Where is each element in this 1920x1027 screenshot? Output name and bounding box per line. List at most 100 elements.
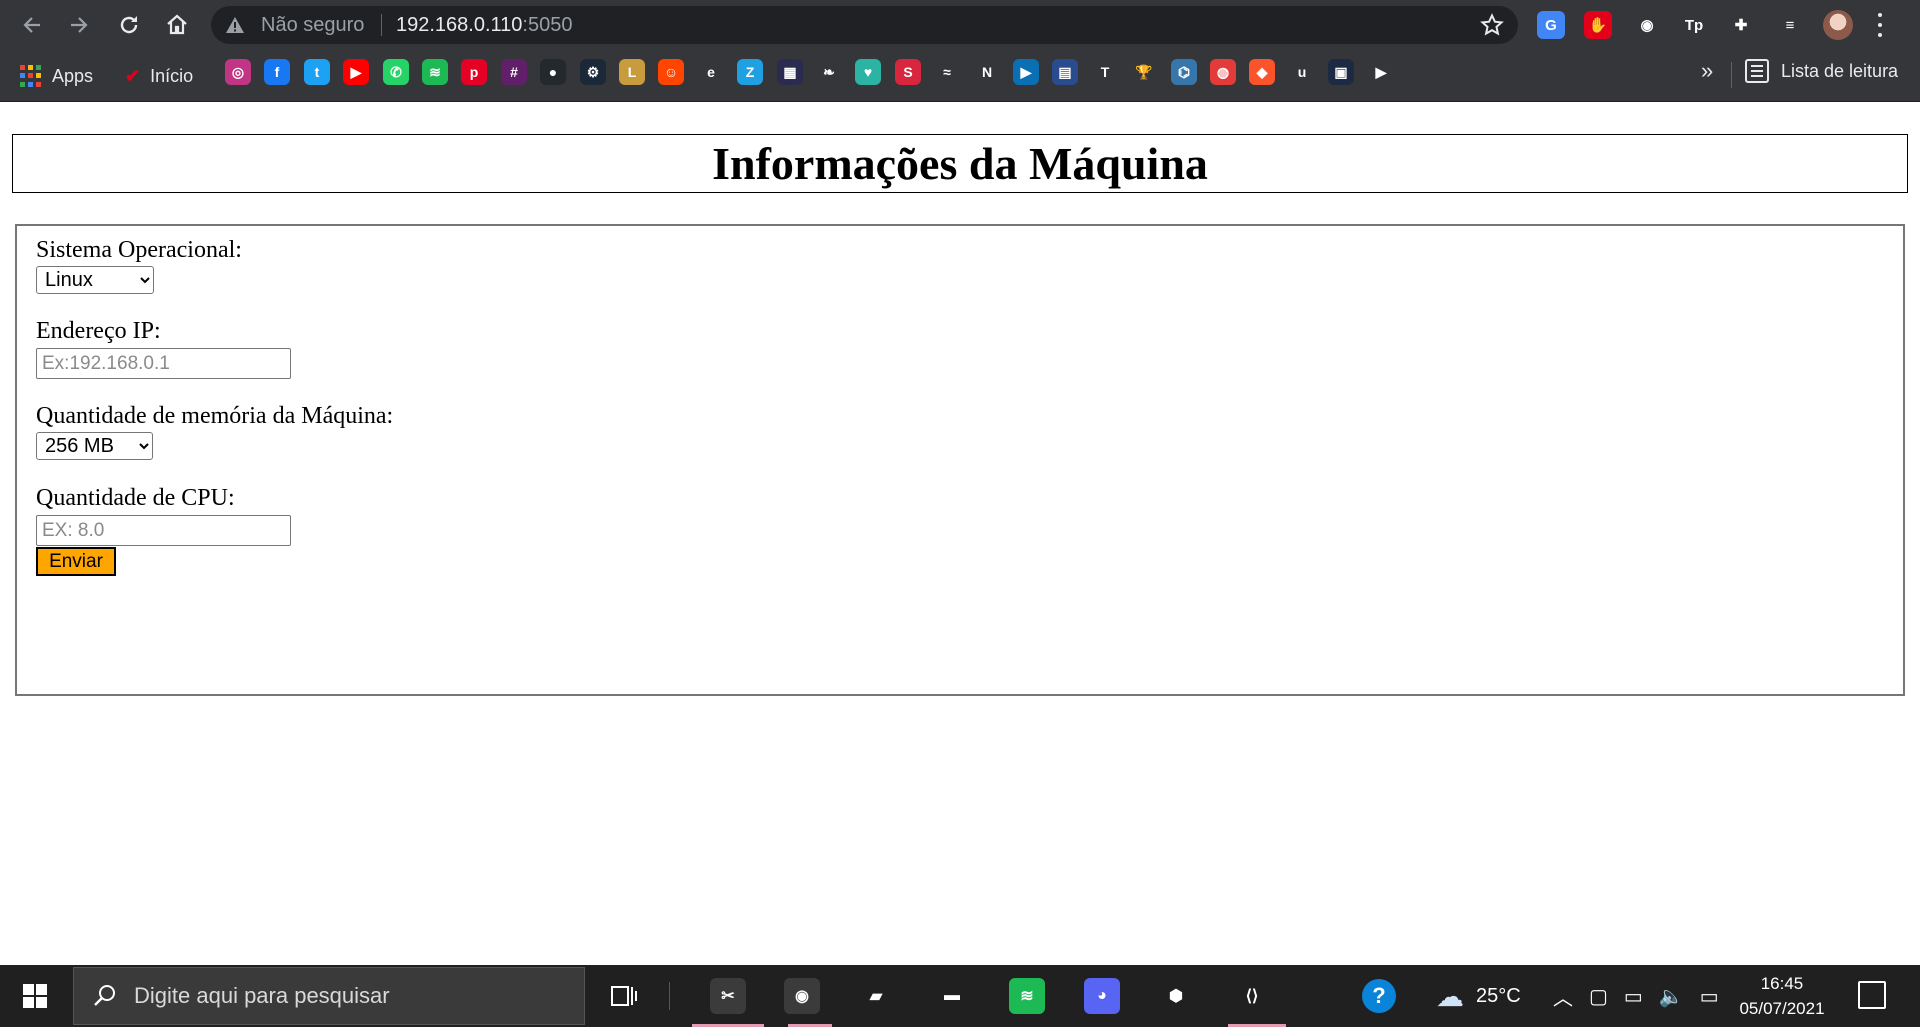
url-text[interactable]: 192.168.0.110:5050 bbox=[396, 14, 572, 37]
weather-widget[interactable]: ☁ 25°C bbox=[1436, 965, 1521, 1027]
netflix-icon[interactable]: N bbox=[974, 59, 1000, 85]
plex-icon[interactable]: ▶ bbox=[1368, 59, 1394, 85]
task-view-icon[interactable] bbox=[610, 983, 638, 1009]
game-icon[interactable]: ▦ bbox=[777, 59, 803, 85]
virtualbox-icon[interactable]: ⬢ bbox=[1158, 978, 1194, 1014]
os-select[interactable]: Linux bbox=[36, 266, 154, 294]
tp-icon[interactable]: Tp bbox=[1680, 11, 1708, 39]
network-icon[interactable]: ▭ bbox=[1624, 984, 1643, 1009]
bookmark-inicio[interactable]: ✔ Início bbox=[125, 63, 193, 89]
search-icon bbox=[94, 985, 115, 1006]
url-port: :5050 bbox=[522, 14, 573, 36]
instagram-icon[interactable]: ◎ bbox=[225, 59, 251, 85]
address-bar[interactable]: Não seguro 192.168.0.110:5050 bbox=[211, 6, 1518, 44]
notes-icon[interactable]: ▰ bbox=[858, 978, 894, 1014]
taskbar-clock[interactable]: 16:45 05/07/2021 bbox=[1720, 971, 1844, 1021]
memory-select[interactable]: 256 MB bbox=[36, 432, 153, 460]
python-icon[interactable]: ⌬ bbox=[1171, 59, 1197, 85]
volume-icon[interactable]: 🔈 bbox=[1659, 984, 1684, 1009]
cpu-label: Quantidade de CPU: bbox=[36, 485, 235, 511]
whatsapp-icon[interactable]: ✆ bbox=[383, 59, 409, 85]
play-icon[interactable]: ▶ bbox=[1013, 59, 1039, 85]
reddit-icon[interactable]: ☺ bbox=[658, 59, 684, 85]
glasses-icon[interactable]: ◉ bbox=[1633, 11, 1661, 39]
twitter-icon[interactable]: t bbox=[304, 59, 330, 85]
leaf-icon[interactable]: ❧ bbox=[816, 59, 842, 85]
facebook-icon[interactable]: f bbox=[264, 59, 290, 85]
url-host: 192.168.0.110 bbox=[396, 14, 523, 36]
cloud-icon: ☁ bbox=[1436, 980, 1464, 1012]
browser-toolbar: Não seguro 192.168.0.110:5050 G ✋ ◉ Tp ✚ ≡ bbox=[0, 0, 1920, 50]
chrome-icon[interactable]: ◉ bbox=[784, 978, 820, 1014]
apps-grid-icon bbox=[20, 65, 42, 87]
submit-button[interactable]: Enviar bbox=[36, 547, 116, 576]
bookmark-apps-label: Apps bbox=[52, 65, 94, 86]
omnibox-divider bbox=[381, 14, 382, 36]
github-icon[interactable]: ● bbox=[540, 59, 566, 85]
vscode-icon[interactable]: ⟨⟩ bbox=[1234, 978, 1270, 1014]
help-tray-icon[interactable]: ? bbox=[1362, 965, 1396, 1027]
swirl-icon[interactable]: ≈ bbox=[934, 59, 960, 85]
ip-input[interactable] bbox=[36, 348, 291, 379]
playlist-icon[interactable]: ≡ bbox=[1776, 11, 1804, 39]
t-icon[interactable]: T bbox=[1092, 59, 1118, 85]
browser-menu-button[interactable] bbox=[1876, 13, 1884, 37]
os-field: Sistema Operacional: Linux bbox=[36, 236, 242, 294]
meet-now-icon[interactable]: ▢ bbox=[1589, 984, 1608, 1009]
spotify-icon[interactable]: ≋ bbox=[422, 59, 448, 85]
forward-button[interactable] bbox=[63, 9, 95, 41]
league-icon[interactable]: L bbox=[619, 59, 645, 85]
book-icon[interactable]: ▤ bbox=[1052, 59, 1078, 85]
adblock-hand-icon[interactable]: ✋ bbox=[1584, 11, 1612, 39]
slack-icon[interactable]: # bbox=[501, 59, 527, 85]
chevron-up-icon[interactable]: ︿ bbox=[1553, 982, 1573, 1011]
home-button[interactable] bbox=[161, 9, 193, 41]
forward-arrow-icon bbox=[71, 17, 88, 33]
help-icon: ? bbox=[1362, 979, 1396, 1013]
reading-list-icon bbox=[1745, 59, 1769, 83]
reload-button[interactable] bbox=[113, 9, 145, 41]
security-status-label[interactable]: Não seguro bbox=[261, 14, 364, 37]
title-frame: Informações da Máquina bbox=[12, 134, 1908, 193]
taskbar-search-box[interactable]: Digite aqui para pesquisar bbox=[73, 967, 585, 1025]
profile-avatar[interactable] bbox=[1823, 10, 1853, 40]
bookmark-apps[interactable]: Apps bbox=[20, 63, 93, 89]
heart-icon[interactable]: ♥ bbox=[855, 59, 881, 85]
page-title: Informações da Máquina bbox=[712, 138, 1208, 189]
brave-icon[interactable]: ◆ bbox=[1249, 59, 1275, 85]
bookmarks-overflow-button[interactable]: » bbox=[1701, 58, 1713, 84]
file-explorer-icon[interactable]: ▬ bbox=[934, 978, 970, 1014]
bookmark-star-icon[interactable] bbox=[1480, 13, 1504, 37]
taskbar-divider bbox=[669, 982, 670, 1010]
warning-triangle-icon bbox=[226, 17, 244, 33]
discord-icon[interactable]: ◕ bbox=[1084, 978, 1120, 1014]
trophy-icon[interactable]: 🏆 bbox=[1131, 59, 1157, 85]
z-icon[interactable]: Z bbox=[737, 59, 763, 85]
google-translate-icon[interactable]: G bbox=[1537, 11, 1565, 39]
reading-list-button[interactable]: Lista de leitura bbox=[1745, 59, 1898, 83]
square-icon[interactable]: ▣ bbox=[1328, 59, 1354, 85]
steam-icon[interactable]: ⚙ bbox=[580, 59, 606, 85]
youtube-icon[interactable]: ▶ bbox=[343, 59, 369, 85]
ip-field: Endereço IP: bbox=[36, 317, 291, 379]
cpu-input[interactable] bbox=[36, 515, 291, 546]
puzzle-icon[interactable]: ✚ bbox=[1727, 11, 1755, 39]
cpu-field: Quantidade de CPU: bbox=[36, 484, 291, 546]
back-arrow-icon bbox=[23, 17, 40, 33]
spotify-taskbar-icon[interactable]: ≋ bbox=[1009, 978, 1045, 1014]
notification-center-icon[interactable] bbox=[1858, 981, 1886, 1009]
snip-sketch-icon[interactable]: ✂ bbox=[710, 978, 746, 1014]
machine-info-form: Sistema Operacional: Linux Endereço IP: … bbox=[15, 224, 1905, 696]
pinterest-icon[interactable]: p bbox=[461, 59, 487, 85]
start-button[interactable] bbox=[0, 965, 70, 1027]
u-icon[interactable]: u bbox=[1289, 59, 1315, 85]
popcorn-icon[interactable]: ◍ bbox=[1210, 59, 1236, 85]
search-placeholder: Digite aqui para pesquisar bbox=[134, 983, 390, 1008]
temperature-label: 25°C bbox=[1476, 984, 1521, 1007]
e-icon[interactable]: e bbox=[698, 59, 724, 85]
windows-taskbar: Digite aqui para pesquisar ✂ ◉ ▰ ▬ ≋ ◕ ⬢ ⟨⟩ ? ☁… bbox=[0, 965, 1920, 1027]
battery-icon[interactable]: ▭ bbox=[1700, 984, 1719, 1009]
s-icon[interactable]: S bbox=[895, 59, 921, 85]
ip-label: Endereço IP: bbox=[36, 318, 161, 344]
back-button[interactable] bbox=[16, 9, 48, 41]
